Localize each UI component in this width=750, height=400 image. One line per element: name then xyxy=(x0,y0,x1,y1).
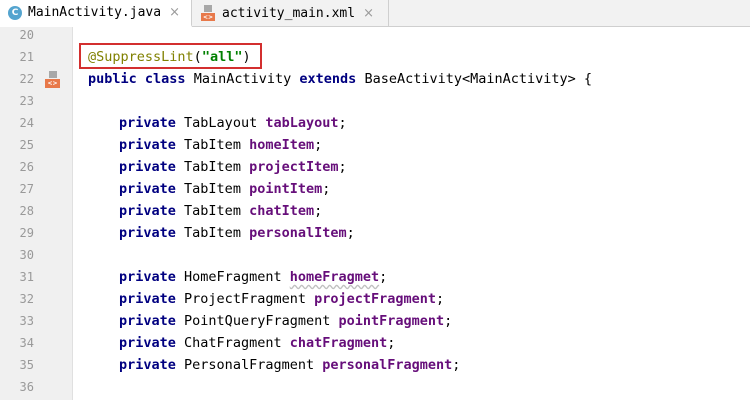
field-declaration: private TabLayout tabLayout; xyxy=(119,115,347,131)
field-declaration: private TabItem chatItem; xyxy=(119,203,323,219)
line-number: 29 xyxy=(19,226,34,240)
code-line: 30 xyxy=(0,244,750,266)
line-number: 22 xyxy=(19,72,34,86)
code-line: 32 private ProjectFragment projectFragme… xyxy=(0,288,750,310)
field-declaration: private ChatFragment chatFragment; xyxy=(119,335,396,351)
typo-warning: homeFragmet xyxy=(289,269,380,285)
line-number: 34 xyxy=(19,336,34,350)
close-icon[interactable]: × xyxy=(169,5,180,20)
code-line: 28 private TabItem chatItem; xyxy=(0,200,750,222)
code-line: 24 private TabLayout tabLayout; xyxy=(0,112,750,134)
line-number: 23 xyxy=(19,94,34,108)
code-line: 27 private TabItem pointItem; xyxy=(0,178,750,200)
line-number: 28 xyxy=(19,204,34,218)
line-number: 27 xyxy=(19,182,34,196)
tab-activity-main-xml[interactable]: <> activity_main.xml × xyxy=(192,0,389,26)
field-declaration: private TabItem pointItem; xyxy=(119,181,331,197)
code-line: 29 private TabItem personalItem; xyxy=(0,222,750,244)
tab-mainactivity-java[interactable]: C MainActivity.java × xyxy=(0,0,192,27)
line-number: 25 xyxy=(19,138,34,152)
highlight-box xyxy=(79,43,262,69)
line-number: 36 xyxy=(19,380,34,394)
line-number: 33 xyxy=(19,314,34,328)
field-declaration: private PointQueryFragment pointFragment… xyxy=(119,313,453,329)
line-number: 20 xyxy=(19,28,34,42)
code-line: 23 xyxy=(0,90,750,112)
line-number: 35 xyxy=(19,358,34,372)
field-declaration: private TabItem homeItem; xyxy=(119,137,323,153)
class-declaration: public class MainActivity extends BaseAc… xyxy=(88,71,593,87)
editor-tab-bar: C MainActivity.java × <> activity_main.x… xyxy=(0,0,750,27)
field-declaration: private ProjectFragment projectFragment; xyxy=(119,291,445,307)
tab-label: MainActivity.java xyxy=(28,5,162,20)
field-declaration: private TabItem personalItem; xyxy=(119,225,355,241)
code-line: 26 private TabItem projectItem; xyxy=(0,156,750,178)
field-declaration: private TabItem projectItem; xyxy=(119,159,347,175)
code-line: 25 private TabItem homeItem; xyxy=(0,134,750,156)
code-line: 36 xyxy=(0,376,750,398)
line-number: 32 xyxy=(19,292,34,306)
tab-label: activity_main.xml xyxy=(222,5,356,21)
line-number: 26 xyxy=(19,160,34,174)
line-number: 24 xyxy=(19,116,34,130)
java-class-icon: C xyxy=(8,5,22,20)
line-number: 30 xyxy=(19,248,34,262)
code-line: 22 public class MainActivity extends Bas… xyxy=(0,68,750,90)
line-number: 21 xyxy=(19,50,34,64)
code-line: 34 private ChatFragment chatFragment; xyxy=(0,332,750,354)
code-line: 33 private PointQueryFragment pointFragm… xyxy=(0,310,750,332)
close-icon[interactable]: × xyxy=(363,6,374,21)
code-line: 35 private PersonalFragment personalFrag… xyxy=(0,354,750,376)
field-declaration: private HomeFragment homeFragmet; xyxy=(119,269,388,285)
code-line: 31 private HomeFragment homeFragmet; xyxy=(0,266,750,288)
xml-layout-icon: <> xyxy=(200,5,216,21)
field-declaration: private PersonalFragment personalFragmen… xyxy=(119,357,461,373)
line-number: 31 xyxy=(19,270,34,284)
